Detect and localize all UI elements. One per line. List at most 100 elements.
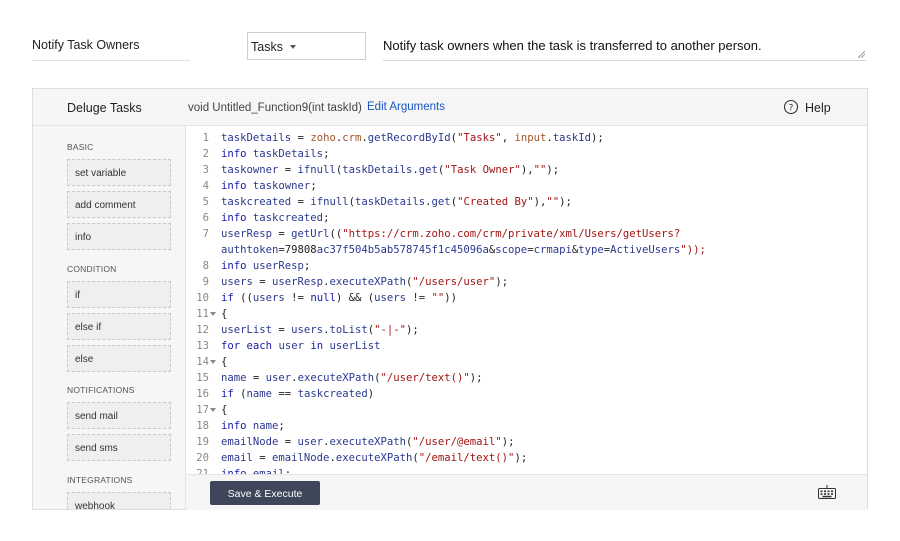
code-text: info userResp; — [221, 260, 311, 272]
help-circle-icon: ? — [783, 99, 799, 115]
code-text: info taskcreated; — [221, 212, 330, 224]
section-title-integrations: INTEGRATIONS — [67, 475, 133, 485]
code-line[interactable]: 17 { — [186, 402, 867, 418]
line-number: 21 — [196, 468, 209, 474]
fold-arrow-icon[interactable] — [210, 408, 216, 412]
code-text: authtoken=79808ac37f504b5ab578745f1c4509… — [221, 244, 706, 256]
section-title-notifications: NOTIFICATIONS — [67, 385, 135, 395]
code-line[interactable]: 6 info taskcreated; — [186, 210, 867, 226]
description-textarea[interactable]: Notify task owners when the task is tran… — [383, 38, 866, 61]
line-number: 5 — [202, 196, 209, 208]
code-text: if ((users != null) && (users != "")) — [221, 292, 458, 304]
code-text: userList = users.toList("-|-"); — [221, 324, 419, 336]
save-execute-button[interactable]: Save & Execute Script — [210, 481, 320, 524]
fold-arrow-icon[interactable] — [210, 360, 216, 364]
line-number: 15 — [196, 372, 209, 384]
code-line[interactable]: authtoken=79808ac37f504b5ab578745f1c4509… — [186, 242, 867, 258]
sidebar-item-if[interactable]: if — [67, 281, 171, 308]
line-number: 3 — [202, 164, 209, 176]
line-number: 11 — [196, 308, 209, 320]
code-editor[interactable]: 1 taskDetails = zoho.crm.getRecordById("T… — [186, 126, 867, 474]
code-line[interactable]: 2 info taskDetails; — [186, 146, 867, 162]
code-line[interactable]: 12 userList = users.toList("-|-"); — [186, 322, 867, 338]
code-line[interactable]: 18 info name; — [186, 418, 867, 434]
description-text: Notify task owners when the task is tran… — [383, 38, 762, 53]
editor-footer: Save & Execute Script — [186, 474, 867, 524]
sidebar-item-webhook[interactable]: webhook — [67, 492, 171, 509]
sidebar-item-set-variable[interactable]: set variable — [67, 159, 171, 186]
tasks-sidebar: BASIC set variable add comment info COND… — [33, 126, 186, 509]
edit-arguments-link[interactable]: Edit Arguments — [367, 101, 445, 113]
section-title-basic: BASIC — [67, 142, 94, 152]
sidebar-item-send-mail[interactable]: send mail — [67, 402, 171, 429]
svg-text:?: ? — [789, 103, 794, 113]
line-number: 18 — [196, 420, 209, 432]
line-number: 14 — [196, 356, 209, 368]
fold-arrow-icon[interactable] — [210, 312, 216, 316]
line-number: 16 — [196, 388, 209, 400]
code-text: info email; — [221, 468, 292, 474]
code-line[interactable]: 9 users = userResp.executeXPath("/users/u… — [186, 274, 867, 290]
code-line[interactable]: 8 info userResp; — [186, 258, 867, 274]
code-text: taskowner = ifnull(taskDetails.get("Task… — [221, 164, 560, 176]
code-text: { — [221, 308, 228, 320]
code-line[interactable]: 13 for each user in userList — [186, 338, 867, 354]
line-number: 7 — [202, 228, 209, 240]
function-name-field[interactable]: Notify Task Owners — [32, 38, 190, 61]
line-number: 12 — [196, 324, 209, 336]
code-text: if (name == taskcreated) — [221, 388, 375, 400]
code-text: name = user.executeXPath("/user/text()")… — [221, 372, 483, 384]
line-number: 17 — [196, 404, 209, 416]
function-signature: void Untitled_Function9(int taskId) — [188, 102, 362, 114]
line-number: 10 — [196, 292, 209, 304]
panel-header: Deluge Tasks void Untitled_Function9(int… — [33, 89, 867, 126]
line-number: 4 — [202, 180, 209, 192]
code-text: taskDetails = zoho.crm.getRecordById("Ta… — [221, 132, 604, 144]
line-number: 9 — [202, 276, 209, 288]
code-text: { — [221, 356, 228, 368]
code-line[interactable]: 16 if (name == taskcreated) — [186, 386, 867, 402]
code-line[interactable]: 3 taskowner = ifnull(taskDetails.get("Tas… — [186, 162, 867, 178]
sidebar-item-info[interactable]: info — [67, 223, 171, 250]
code-line[interactable]: 5 taskcreated = ifnull(taskDetails.get("C… — [186, 194, 867, 210]
sidebar-item-add-comment[interactable]: add comment — [67, 191, 171, 218]
code-line[interactable]: 15 name = user.executeXPath("/user/text()… — [186, 370, 867, 386]
line-number: 2 — [202, 148, 209, 160]
panel-title: Deluge Tasks — [67, 101, 142, 115]
sidebar-item-else-if[interactable]: else if — [67, 313, 171, 340]
code-text: { — [221, 404, 228, 416]
code-text: info taskDetails; — [221, 148, 330, 160]
code-line[interactable]: 19 emailNode = user.executeXPath("/user/@… — [186, 434, 867, 450]
code-text: taskcreated = ifnull(taskDetails.get("Cr… — [221, 196, 572, 208]
code-line[interactable]: 7 userResp = getUrl(("https://crm.zoho.co… — [186, 226, 867, 242]
code-line[interactable]: 10 if ((users != null) && (users != "")) — [186, 290, 867, 306]
code-text: email = emailNode.executeXPath("/email/t… — [221, 452, 528, 464]
code-line[interactable]: 1 taskDetails = zoho.crm.getRecordById("T… — [186, 130, 867, 146]
line-number: 8 — [202, 260, 209, 272]
module-select-value: Tasks — [251, 40, 283, 54]
code-line[interactable]: 14 { — [186, 354, 867, 370]
section-title-condition: CONDITION — [67, 264, 117, 274]
sidebar-item-else[interactable]: else — [67, 345, 171, 372]
module-select[interactable]: Tasks — [247, 32, 366, 60]
line-number: 19 — [196, 436, 209, 448]
line-number: 20 — [196, 452, 209, 464]
code-text: info name; — [221, 420, 285, 432]
code-text: for each user in userList — [221, 340, 381, 352]
code-text: emailNode = user.executeXPath("/user/@em… — [221, 436, 515, 448]
sidebar-item-send-sms[interactable]: send sms — [67, 434, 171, 461]
resize-handle-icon[interactable] — [858, 51, 865, 58]
chevron-down-icon — [290, 45, 296, 49]
line-number: 13 — [196, 340, 209, 352]
code-line[interactable]: 21 info email; — [186, 466, 867, 474]
line-number: 6 — [202, 212, 209, 224]
code-text: userResp = getUrl(("https://crm.zoho.com… — [221, 228, 681, 240]
help-label: Help — [805, 101, 831, 115]
script-editor-panel: Deluge Tasks void Untitled_Function9(int… — [32, 88, 868, 524]
code-line[interactable]: 11 { — [186, 306, 867, 322]
code-line[interactable]: 20 email = emailNode.executeXPath("/email… — [186, 450, 867, 466]
line-number: 1 — [202, 132, 209, 144]
keyboard-icon[interactable] — [818, 485, 836, 499]
code-text: info taskowner; — [221, 180, 317, 192]
code-line[interactable]: 4 info taskowner; — [186, 178, 867, 194]
